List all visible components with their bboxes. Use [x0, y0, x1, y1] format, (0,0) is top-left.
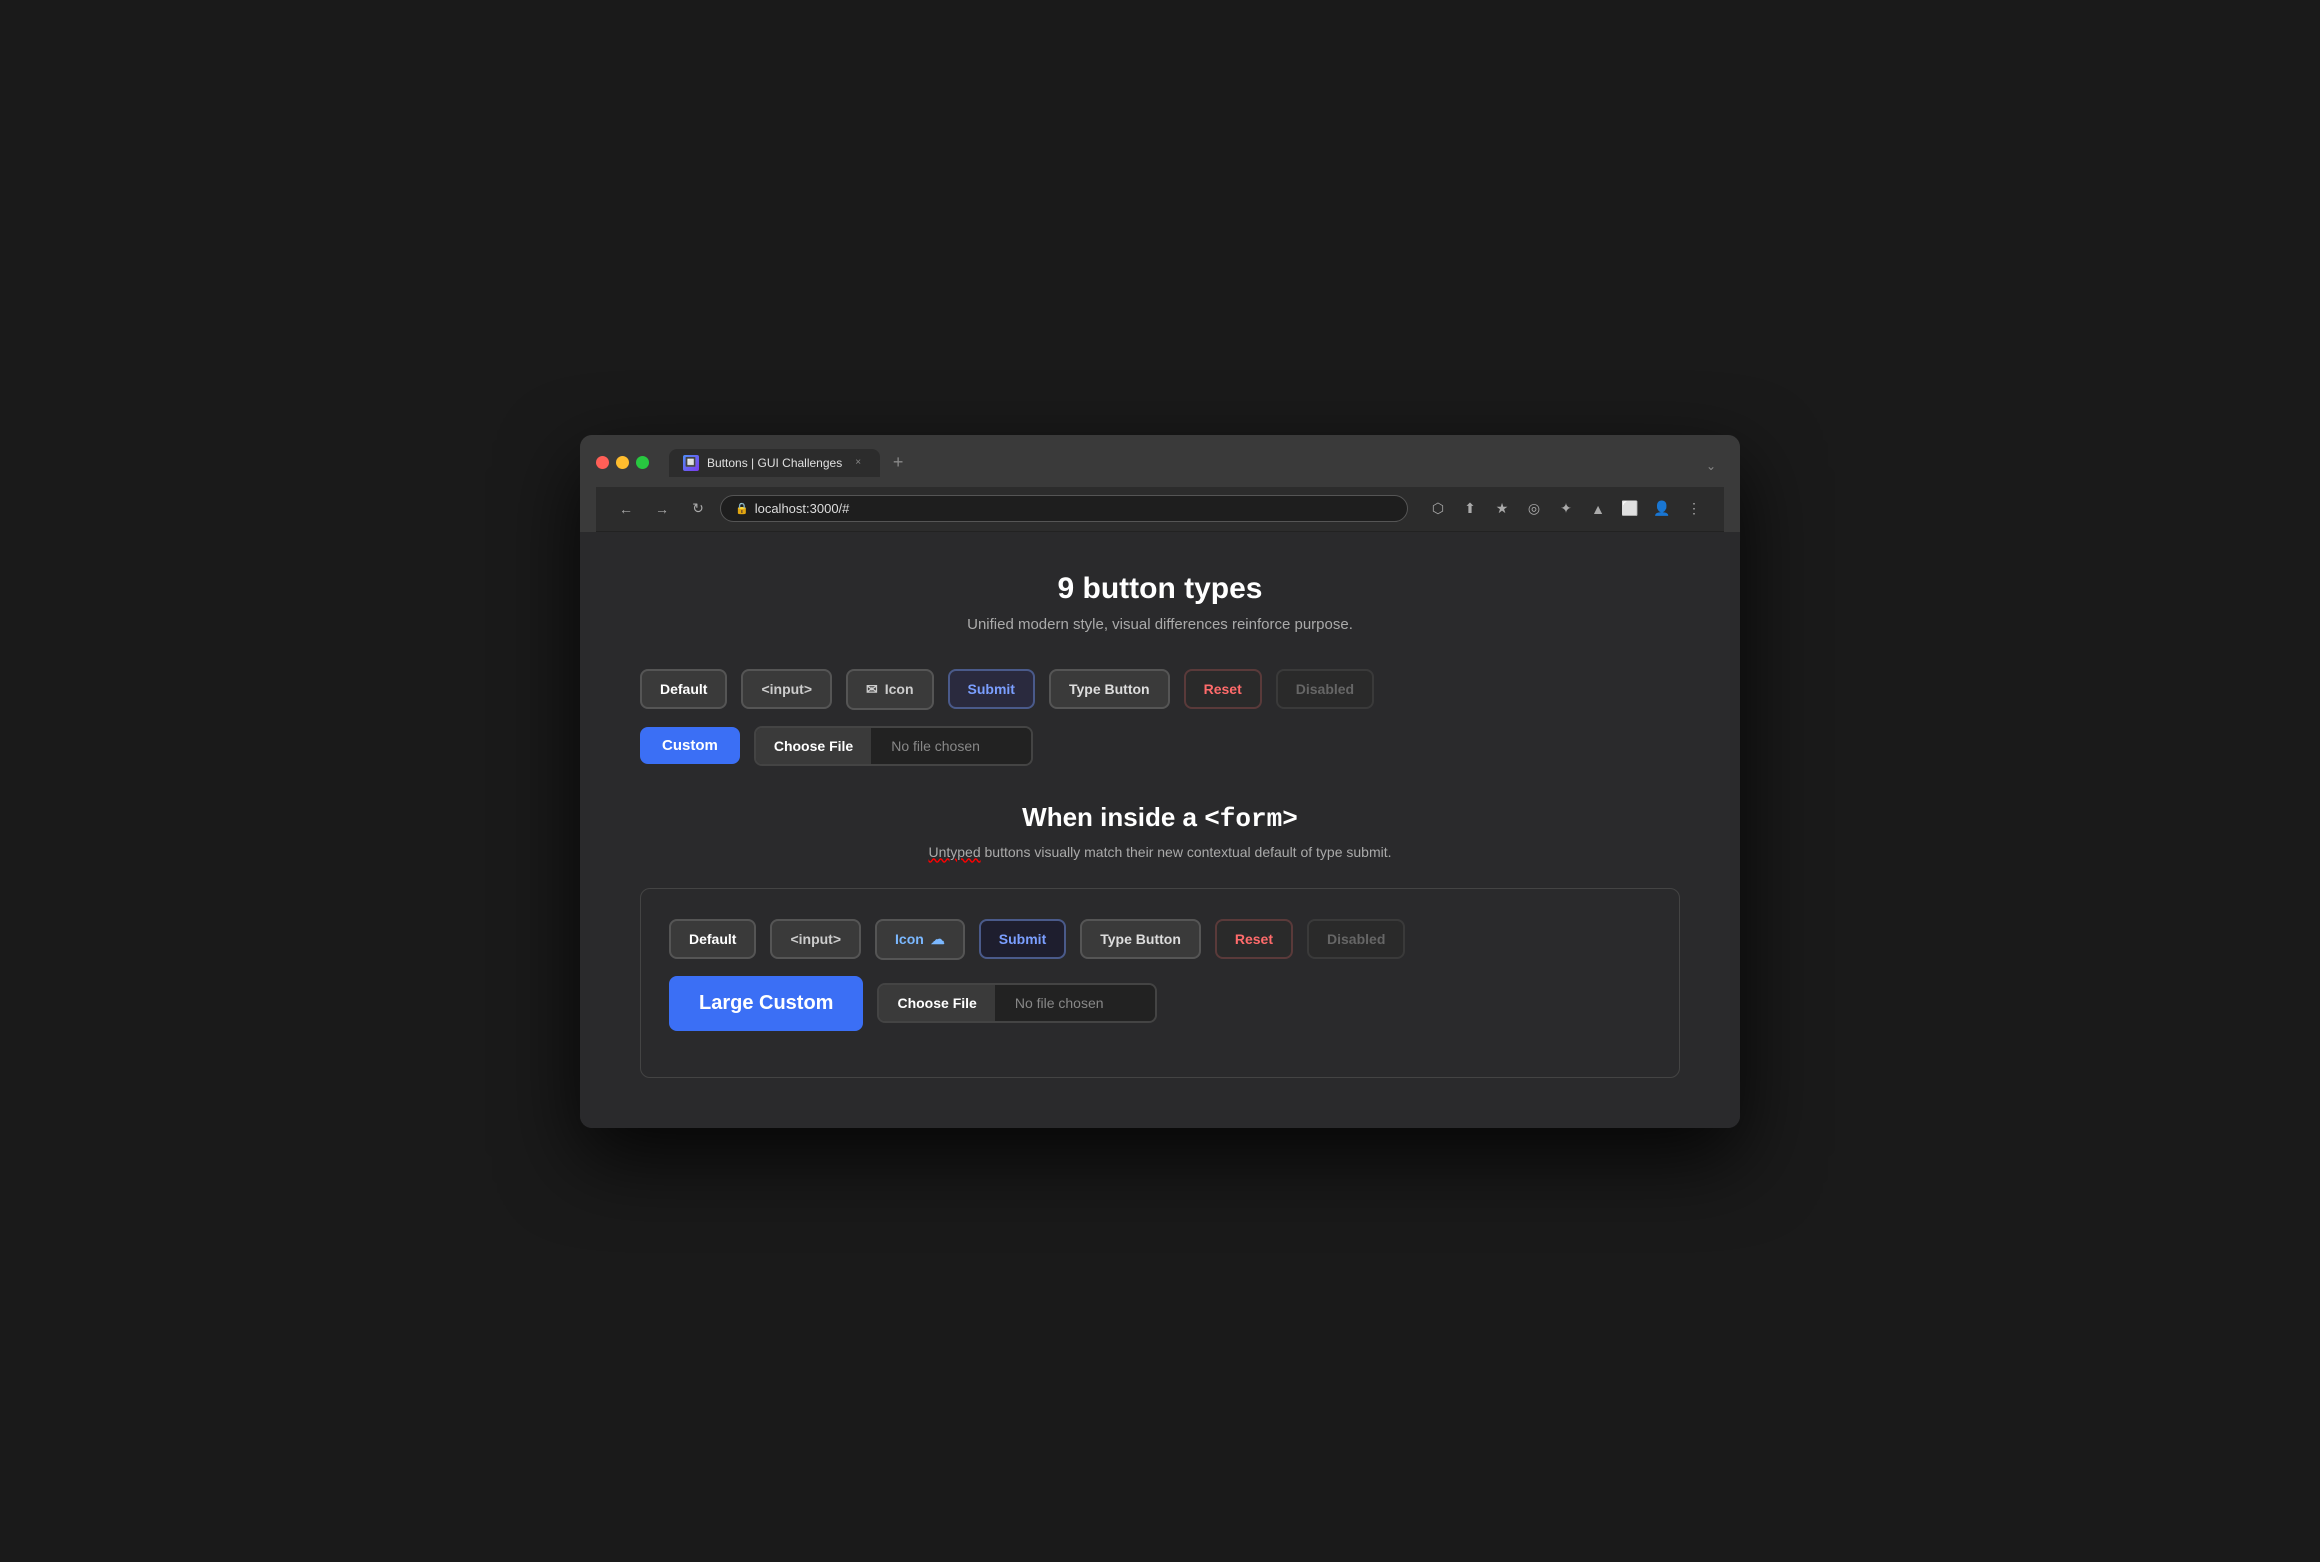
submit-button[interactable]: Submit	[948, 669, 1035, 709]
menu-icon[interactable]: ⋮	[1680, 495, 1708, 523]
button-row-1: Default <input> ✉ Icon Submit Type Butto…	[640, 669, 1680, 710]
no-file-chosen-label: No file chosen	[871, 728, 1031, 764]
address-bar: ← → ↻ 🔒 localhost:3000/# ⬡ ⬆ ★ ◎ ✦ ▲ ⬜ 👤…	[596, 487, 1724, 532]
form-button-row-2: Large Custom Choose File No file chosen	[669, 976, 1651, 1031]
page-subtitle: Unified modern style, visual differences…	[640, 616, 1680, 633]
form-box: Default <input> Icon ☁ Submit Type Butto…	[640, 888, 1680, 1078]
tabs-row: 🔲 Buttons | GUI Challenges × + ⌄	[669, 449, 1724, 477]
form-type-button[interactable]: Type Button	[1080, 919, 1201, 959]
bookmark-icon[interactable]: ★	[1488, 495, 1516, 523]
form-disabled-button: Disabled	[1307, 919, 1405, 959]
icon-button[interactable]: ✉ Icon	[846, 669, 934, 710]
form-icon-button[interactable]: Icon ☁	[875, 919, 965, 960]
back-button[interactable]: ←	[612, 495, 640, 523]
button-row-2: Custom Choose File No file chosen	[640, 726, 1680, 766]
form-no-file-chosen-label: No file chosen	[995, 985, 1155, 1021]
open-tab-icon[interactable]: ⬡	[1424, 495, 1452, 523]
tabs-more-button[interactable]: ⌄	[1698, 455, 1724, 477]
new-tab-button[interactable]: +	[884, 449, 912, 477]
url-text: localhost:3000/#	[755, 501, 850, 516]
maximize-traffic-light[interactable]	[636, 456, 649, 469]
profile-icon[interactable]: 👤	[1648, 495, 1676, 523]
form-reset-button[interactable]: Reset	[1215, 919, 1293, 959]
page-content: 9 button types Unified modern style, vis…	[580, 532, 1740, 1128]
cloud-icon: ☁	[931, 931, 945, 948]
toolbar-icons: ⬡ ⬆ ★ ◎ ✦ ▲ ⬜ 👤 ⋮	[1424, 495, 1708, 523]
tab-favicon: 🔲	[683, 455, 699, 471]
form-input-button[interactable]: <input>	[770, 919, 861, 959]
file-input-wrapper[interactable]: Choose File No file chosen	[754, 726, 1033, 766]
form-section-divider: When inside a <form> Untyped buttons vis…	[640, 802, 1680, 860]
custom-button[interactable]: Custom	[640, 727, 740, 764]
reload-button[interactable]: ↻	[684, 495, 712, 523]
form-section-subtitle: Untyped buttons visually match their new…	[640, 844, 1680, 860]
extension2-icon[interactable]: ✦	[1552, 495, 1580, 523]
icon-label: Icon	[895, 931, 924, 947]
title-bar: 🔲 Buttons | GUI Challenges × + ⌄ ← → ↻ 🔒…	[580, 435, 1740, 532]
input-button[interactable]: <input>	[741, 669, 832, 709]
form-submit-button[interactable]: Submit	[979, 919, 1066, 959]
envelope-icon: ✉	[866, 681, 878, 698]
reset-button[interactable]: Reset	[1184, 669, 1262, 709]
forward-button[interactable]: →	[648, 495, 676, 523]
minimize-traffic-light[interactable]	[616, 456, 629, 469]
split-view-icon[interactable]: ⬜	[1616, 495, 1644, 523]
address-input[interactable]: 🔒 localhost:3000/#	[720, 495, 1408, 522]
tab-close-button[interactable]: ×	[850, 455, 866, 471]
large-custom-button[interactable]: Large Custom	[669, 976, 863, 1031]
traffic-lights	[596, 456, 649, 469]
page-title: 9 button types	[640, 572, 1680, 606]
form-section-title: When inside a <form>	[640, 802, 1680, 834]
browser-tab[interactable]: 🔲 Buttons | GUI Challenges ×	[669, 449, 880, 477]
disabled-button: Disabled	[1276, 669, 1374, 709]
form-choose-file-button[interactable]: Choose File	[879, 985, 994, 1021]
untyped-label: Untyped	[928, 844, 980, 860]
choose-file-button[interactable]: Choose File	[756, 728, 871, 764]
extension1-icon[interactable]: ◎	[1520, 495, 1548, 523]
extension3-icon[interactable]: ▲	[1584, 495, 1612, 523]
browser-window: 🔲 Buttons | GUI Challenges × + ⌄ ← → ↻ 🔒…	[580, 435, 1740, 1128]
type-button-button[interactable]: Type Button	[1049, 669, 1170, 709]
form-subtitle-text: buttons visually match their new context…	[985, 844, 1392, 860]
default-button[interactable]: Default	[640, 669, 727, 709]
form-default-button[interactable]: Default	[669, 919, 756, 959]
lock-icon: 🔒	[735, 502, 749, 515]
share-icon[interactable]: ⬆	[1456, 495, 1484, 523]
close-traffic-light[interactable]	[596, 456, 609, 469]
form-button-row-1: Default <input> Icon ☁ Submit Type Butto…	[669, 919, 1651, 960]
form-file-input-wrapper[interactable]: Choose File No file chosen	[877, 983, 1156, 1023]
tab-title: Buttons | GUI Challenges	[707, 456, 842, 470]
